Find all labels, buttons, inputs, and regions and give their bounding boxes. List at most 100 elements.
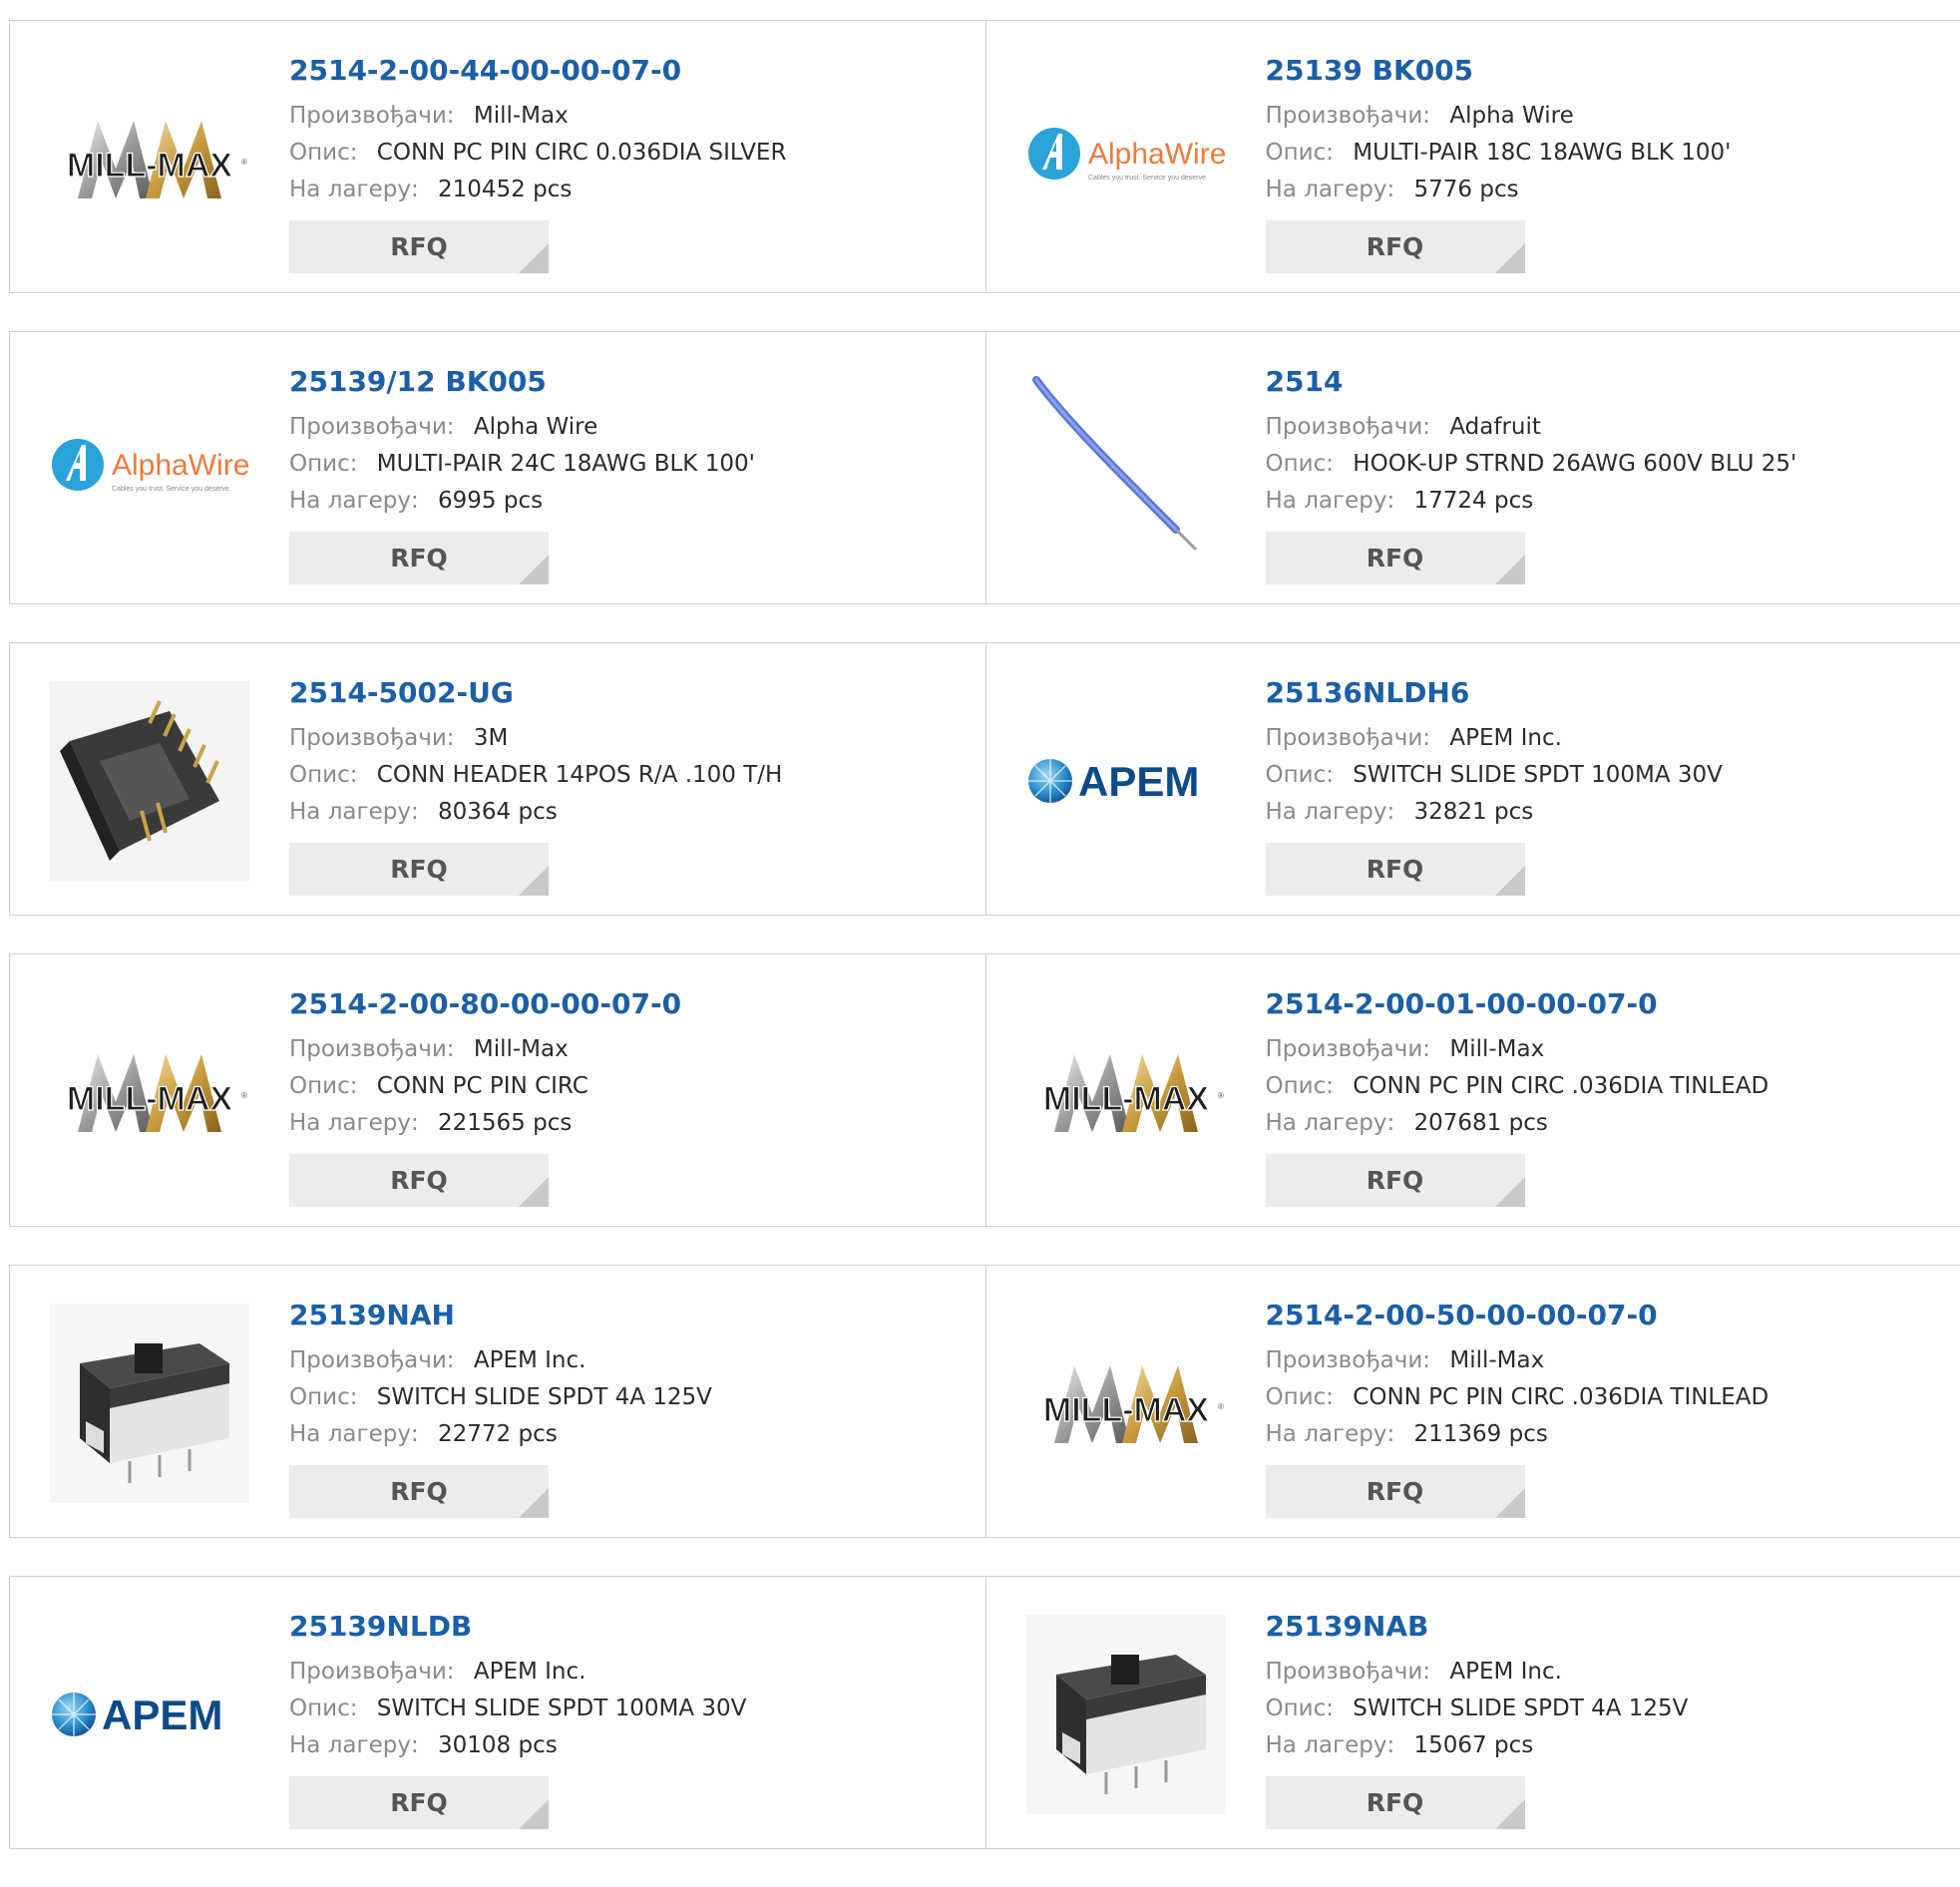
- manufacturer-line: Произвођачи: APEM Inc.: [1266, 1654, 1941, 1691]
- manufacturer-line: Произвођачи: Mill-Max: [289, 98, 966, 135]
- product-info: 2514-2-00-80-00-00-07-0 Произвођачи: Mil…: [289, 984, 966, 1142]
- apem-logo[interactable]: APEM: [1026, 681, 1226, 881]
- rfq-button[interactable]: RFQ: [289, 843, 549, 896]
- rfq-button[interactable]: RFQ: [1266, 1154, 1525, 1207]
- description-label: Опис:: [289, 140, 357, 166]
- description-label: Опис:: [289, 451, 357, 477]
- part-number-link[interactable]: 2514-2-00-50-00-00-07-0: [1266, 1296, 1941, 1335]
- manufacturer-label: Произвођачи:: [1266, 1347, 1431, 1373]
- manufacturer-line: Произвођачи: Alpha Wire: [289, 409, 966, 446]
- manufacturer-value: 3M: [474, 725, 508, 751]
- part-number-link[interactable]: 25139/12 BK005: [289, 362, 966, 402]
- manufacturer-line: Произвођачи: Adafruit: [1266, 409, 1941, 446]
- manufacturer-label: Произвођачи:: [1266, 1036, 1431, 1062]
- description-value: CONN PC PIN CIRC .036DIA TINLEAD: [1353, 1073, 1768, 1099]
- millmax-logo[interactable]: MILL-MAX ®: [50, 992, 249, 1192]
- header-connector-photo[interactable]: [50, 681, 249, 881]
- svg-text:®: ®: [241, 1091, 247, 1100]
- rfq-button[interactable]: RFQ: [289, 1154, 549, 1207]
- description-line: Опис: SWITCH SLIDE SPDT 100MA 30V: [289, 1691, 966, 1727]
- part-number-link[interactable]: 25139NLDB: [289, 1607, 966, 1647]
- product-card: 25139NAB Произвођачи: APEM Inc. Опис: SW…: [985, 1577, 1960, 1848]
- part-number-link[interactable]: 2514-2-00-44-00-00-07-0: [289, 51, 966, 91]
- rfq-button[interactable]: RFQ: [1266, 532, 1525, 584]
- rfq-label: RFQ: [1367, 855, 1424, 884]
- rfq-button[interactable]: RFQ: [289, 1776, 549, 1829]
- apem-logo[interactable]: APEM: [50, 1615, 249, 1814]
- product-info: 2514-2-00-44-00-00-07-0 Произвођачи: Mil…: [289, 51, 966, 208]
- part-number-link[interactable]: 25136NLDH6: [1266, 673, 1941, 713]
- manufacturer-line: Произвођачи: APEM Inc.: [289, 1654, 966, 1691]
- rfq-button[interactable]: RFQ: [1266, 1776, 1525, 1829]
- description-value: SWITCH SLIDE SPDT 100MA 30V: [1353, 762, 1723, 788]
- slide-switch-photo[interactable]: [1026, 1615, 1226, 1814]
- manufacturer-value: Mill-Max: [474, 103, 569, 129]
- part-number-link[interactable]: 25139NAH: [289, 1296, 966, 1335]
- stock-value: 5776 pcs: [1414, 177, 1519, 202]
- description-label: Опис:: [289, 762, 357, 788]
- stock-value: 17724 pcs: [1414, 488, 1534, 514]
- rfq-corner-decoration: [1495, 1488, 1525, 1518]
- millmax-logo[interactable]: MILL-MAX ®: [1026, 1304, 1226, 1503]
- description-line: Опис: CONN PC PIN CIRC .036DIA TINLEAD: [1266, 1379, 1941, 1416]
- apem-wordmark: APEM: [1078, 758, 1199, 805]
- manufacturer-label: Произвођачи:: [1266, 1659, 1431, 1685]
- slide-switch-photo[interactable]: [50, 1304, 249, 1503]
- description-value: SWITCH SLIDE SPDT 100MA 30V: [377, 1696, 747, 1721]
- stock-label: На лагеру:: [1266, 1421, 1395, 1447]
- rfq-button[interactable]: RFQ: [289, 532, 549, 584]
- rfq-label: RFQ: [390, 544, 448, 572]
- manufacturer-line: Произвођачи: APEM Inc.: [1266, 720, 1941, 757]
- part-number-link[interactable]: 25139NAB: [1266, 1607, 1941, 1647]
- product-row: MILL-MAX ® 2514-2-00-44-00-00-07-0 Произ…: [9, 20, 1960, 293]
- stock-label: На лагеру:: [1266, 1732, 1395, 1758]
- stock-value: 6995 pcs: [438, 488, 543, 514]
- part-number-link[interactable]: 2514-5002-UG: [289, 673, 966, 713]
- stock-line: На лагеру: 80364 pcs: [289, 794, 966, 831]
- manufacturer-label: Произвођачи:: [289, 1659, 455, 1685]
- description-label: Опис:: [1266, 1073, 1334, 1099]
- description-value: CONN PC PIN CIRC 0.036DIA SILVER: [377, 140, 787, 166]
- rfq-button[interactable]: RFQ: [1266, 1465, 1525, 1518]
- rfq-button[interactable]: RFQ: [1266, 843, 1525, 896]
- blue-wire-photo[interactable]: [1026, 370, 1226, 569]
- stock-label: На лагеру:: [289, 799, 419, 825]
- rfq-label: RFQ: [390, 1788, 448, 1817]
- manufacturer-label: Произвођачи:: [289, 414, 455, 440]
- description-line: Опис: CONN PC PIN CIRC: [289, 1068, 966, 1105]
- millmax-logo[interactable]: MILL-MAX ®: [50, 59, 249, 258]
- part-number-link[interactable]: 25139 BK005: [1266, 51, 1941, 91]
- stock-value: 211369 pcs: [1414, 1421, 1548, 1447]
- product-info: 2514-2-00-01-00-00-07-0 Произвођачи: Mil…: [1266, 984, 1941, 1142]
- product-row: MILL-MAX ® 2514-2-00-80-00-00-07-0 Произ…: [9, 953, 1960, 1227]
- stock-value: 15067 pcs: [1414, 1732, 1534, 1758]
- stock-line: На лагеру: 207681 pcs: [1266, 1105, 1941, 1142]
- part-number-link[interactable]: 2514-2-00-01-00-00-07-0: [1266, 984, 1941, 1024]
- millmax-logo[interactable]: MILL-MAX ®: [1026, 992, 1226, 1192]
- alphawire-logo[interactable]: AlphaWire Cables you trust. Service you …: [1026, 59, 1226, 258]
- rfq-button[interactable]: RFQ: [289, 220, 549, 273]
- part-number-link[interactable]: 2514-2-00-80-00-00-07-0: [289, 984, 966, 1024]
- part-number-link[interactable]: 2514: [1266, 362, 1941, 402]
- manufacturer-line: Произвођачи: Mill-Max: [1266, 1342, 1941, 1379]
- product-info: 25139NAB Произвођачи: APEM Inc. Опис: SW…: [1266, 1607, 1941, 1764]
- manufacturer-label: Произвођачи:: [289, 1036, 455, 1062]
- description-line: Опис: CONN PC PIN CIRC .036DIA TINLEAD: [1266, 1068, 1941, 1105]
- description-line: Опис: CONN PC PIN CIRC 0.036DIA SILVER: [289, 135, 966, 172]
- stock-label: На лагеру:: [289, 177, 419, 202]
- product-info: 25139NAH Произвођачи: APEM Inc. Опис: SW…: [289, 1296, 966, 1453]
- stock-line: На лагеру: 6995 pcs: [289, 483, 966, 520]
- description-label: Опис:: [1266, 1696, 1334, 1721]
- manufacturer-value: Mill-Max: [474, 1036, 569, 1062]
- description-label: Опис:: [289, 1696, 357, 1721]
- stock-line: На лагеру: 5776 pcs: [1266, 172, 1941, 208]
- product-card: 2514-5002-UG Произвођачи: 3M Опис: CONN …: [10, 643, 985, 915]
- alphawire-logo[interactable]: AlphaWire Cables you trust. Service you …: [50, 370, 249, 569]
- manufacturer-value: APEM Inc.: [1449, 725, 1562, 751]
- rfq-button[interactable]: RFQ: [289, 1465, 549, 1518]
- product-card: APEM 25139NLDB Произвођачи: APEM Inc. Оп…: [10, 1577, 985, 1848]
- stock-value: 32821 pcs: [1414, 799, 1534, 825]
- stock-line: На лагеру: 32821 pcs: [1266, 794, 1941, 831]
- rfq-button[interactable]: RFQ: [1266, 220, 1525, 273]
- rfq-corner-decoration: [519, 555, 549, 584]
